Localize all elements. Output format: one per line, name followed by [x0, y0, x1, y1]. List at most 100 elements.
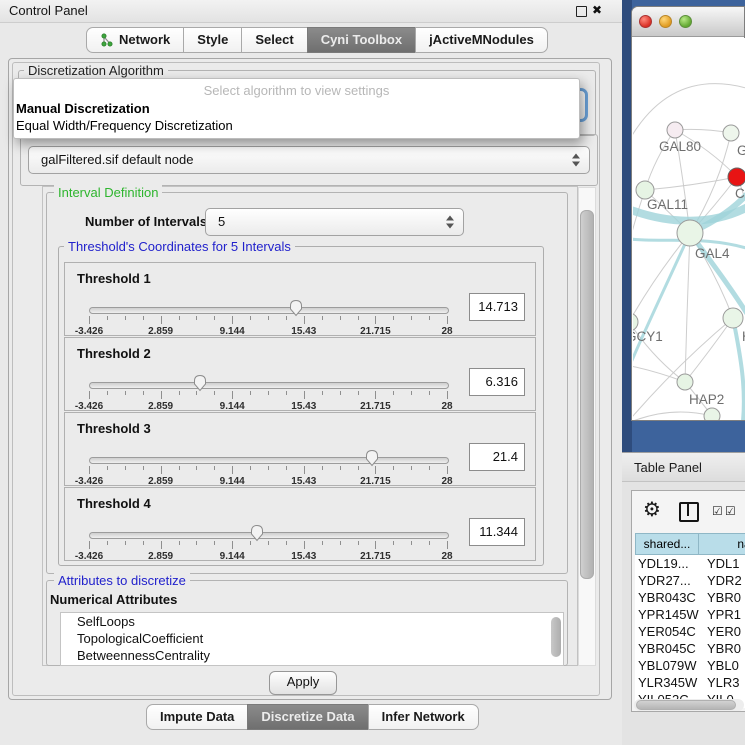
cell-shared-name: YLR345W — [635, 674, 699, 691]
cell-name: YDR2 — [699, 572, 745, 589]
network-edge[interactable] — [685, 318, 733, 382]
tab-impute-data[interactable]: Impute Data — [146, 704, 248, 730]
slider-track[interactable] — [89, 307, 449, 314]
tick-label: 2.859 — [148, 551, 173, 562]
red-node[interactable] — [728, 168, 745, 186]
tick-label: 9.144 — [220, 551, 245, 562]
bottom-node[interactable] — [704, 408, 720, 420]
thresholds-group-title: Threshold's Coordinates for 5 Intervals — [64, 239, 295, 254]
GAL4-node[interactable] — [677, 220, 703, 246]
threshold-value-field[interactable]: 14.713 — [469, 293, 525, 321]
tick-label: -3.426 — [75, 551, 103, 562]
table-row[interactable]: YDR27...YDR2 — [635, 572, 745, 589]
tab-label: Select — [255, 28, 293, 52]
cell-name: YER0 — [699, 623, 745, 640]
checkbox-icon[interactable]: ☑ — [725, 504, 736, 518]
tick-label: 21.715 — [360, 401, 391, 412]
table-row[interactable]: YDL19...YDL1 — [635, 555, 745, 572]
threshold-value-field[interactable]: 21.4 — [469, 443, 525, 471]
tab-select[interactable]: Select — [241, 27, 307, 53]
top-tab-bar: Network Style Select Cyni ToolboxjActiveMNo… — [86, 27, 548, 53]
slider-tick-labels: -3.4262.8599.14415.4321.71528 — [89, 551, 447, 562]
list-scrollbar-thumb[interactable] — [551, 617, 561, 657]
tick-label: -3.426 — [75, 326, 103, 337]
table-row[interactable]: YLR345WYLR3 — [635, 674, 745, 691]
slider-track[interactable] — [89, 457, 449, 464]
slider-thumb[interactable] — [288, 299, 304, 317]
tab-style[interactable]: Style — [183, 27, 242, 53]
slider-tick-labels: -3.4262.8599.14415.4321.71528 — [89, 326, 447, 337]
column-header-shared-name[interactable]: shared... — [635, 533, 699, 555]
slider-track[interactable] — [89, 382, 449, 389]
tab-discretize-data[interactable]: Discretize Data — [247, 704, 368, 730]
horizontal-scrollbar-track[interactable] — [634, 699, 744, 711]
number-of-intervals-combobox[interactable]: 5 — [205, 208, 464, 236]
network-edge[interactable] — [633, 412, 712, 420]
tab-infer-network[interactable]: Infer Network — [368, 704, 479, 730]
network-graph: GAL80GACGAL11GAL4GCY1HHAP2 — [633, 38, 745, 420]
slider-thumb[interactable] — [249, 524, 265, 542]
tab-label: Network — [119, 28, 170, 52]
slider-ticks — [89, 391, 447, 400]
threshold-slider[interactable]: -3.4262.8599.14415.4321.71528 — [89, 528, 447, 560]
cell-name: YPR1 — [699, 606, 745, 623]
numerical-attributes-list[interactable]: SelfLoopsTopologicalCoefficientBetweenne… — [60, 612, 564, 666]
dropdown-option-manual-discretization[interactable]: Manual Discretization — [14, 100, 579, 117]
table-row[interactable]: YBL079WYBL0 — [635, 657, 745, 674]
interval-definition-title: Interval Definition — [54, 185, 162, 200]
GAL80-node[interactable] — [667, 122, 683, 138]
threshold-slider[interactable]: -3.4262.8599.14415.4321.71528 — [89, 378, 447, 410]
threshold-value-field[interactable]: 6.316 — [469, 368, 525, 396]
network-edge[interactable] — [633, 233, 690, 322]
minimize-traffic-light-icon[interactable] — [659, 15, 672, 28]
table-data-combobox[interactable]: galFiltered.sif default node — [28, 146, 590, 174]
checkbox-icon[interactable]: ☑ — [712, 504, 723, 518]
apply-button[interactable]: Apply — [269, 671, 337, 695]
table-row[interactable]: YBR043CYBR0 — [635, 589, 745, 606]
vertical-scrollbar-thumb[interactable] — [580, 210, 594, 579]
slider-thumb[interactable] — [364, 449, 380, 467]
column-header-name[interactable]: na — [698, 533, 745, 555]
close-traffic-light-icon[interactable] — [639, 15, 652, 28]
tick-label: 9.144 — [220, 326, 245, 337]
network-edge[interactable] — [633, 190, 645, 298]
cell-shared-name: YDR27... — [635, 572, 699, 589]
slider-track[interactable] — [89, 532, 449, 539]
tick-label: 28 — [441, 476, 452, 487]
threshold-value-field[interactable]: 11.344 — [469, 518, 525, 546]
threshold-slider[interactable]: -3.4262.8599.14415.4321.71528 — [89, 453, 447, 485]
tab-network[interactable]: Network — [86, 27, 184, 53]
H-node[interactable] — [723, 308, 743, 328]
network-edge[interactable] — [685, 233, 690, 382]
network-canvas[interactable]: GAL80GACGAL11GAL4GCY1HHAP2 — [633, 38, 745, 420]
threshold-slider[interactable]: -3.4262.8599.14415.4321.71528 — [89, 303, 447, 335]
columns-icon[interactable] — [679, 502, 699, 522]
GA-node[interactable] — [723, 125, 739, 141]
network-edge[interactable] — [645, 177, 737, 190]
slider-thumb[interactable] — [192, 374, 208, 392]
horizontal-scrollbar-thumb[interactable] — [636, 700, 736, 710]
float-window-icon[interactable] — [576, 6, 587, 17]
gear-icon[interactable]: ⚙ — [643, 497, 661, 521]
close-icon[interactable]: ✖ — [592, 3, 602, 17]
algorithm-group-title: Discretization Algorithm — [24, 63, 168, 78]
tab-jactivemnodules[interactable]: jActiveMNodules — [415, 27, 548, 53]
attribute-list-item[interactable]: SelfLoops — [61, 613, 563, 630]
HAP2-node[interactable] — [677, 374, 693, 390]
table-panel-widget: ⚙ ☑ ☑ shared... na YDL19...YDL1YDR27...Y… — [631, 490, 745, 712]
table-row[interactable]: YBR045CYBR0 — [635, 640, 745, 657]
threshold-label: Threshold 4 — [77, 496, 151, 511]
table-row[interactable]: YER054CYER0 — [635, 623, 745, 640]
tab-cyni-toolbox[interactable]: Cyni Toolbox — [307, 27, 416, 53]
network-window-titlebar[interactable] — [632, 7, 744, 37]
node-label-gcy1: GCY1 — [633, 329, 663, 344]
tick-label: 28 — [441, 401, 452, 412]
threshold-label: Threshold 3 — [77, 421, 151, 436]
attribute-list-item[interactable]: BetweennessCentrality — [61, 647, 563, 664]
cell-shared-name: YBL079W — [635, 657, 699, 674]
attribute-list-item[interactable]: TopologicalCoefficient — [61, 630, 563, 647]
dropdown-option-equal-width-frequency[interactable]: Equal Width/Frequency Discretization — [14, 117, 579, 134]
network-edge[interactable] — [633, 233, 690, 372]
zoom-traffic-light-icon[interactable] — [679, 15, 692, 28]
table-row[interactable]: YPR145WYPR1 — [635, 606, 745, 623]
